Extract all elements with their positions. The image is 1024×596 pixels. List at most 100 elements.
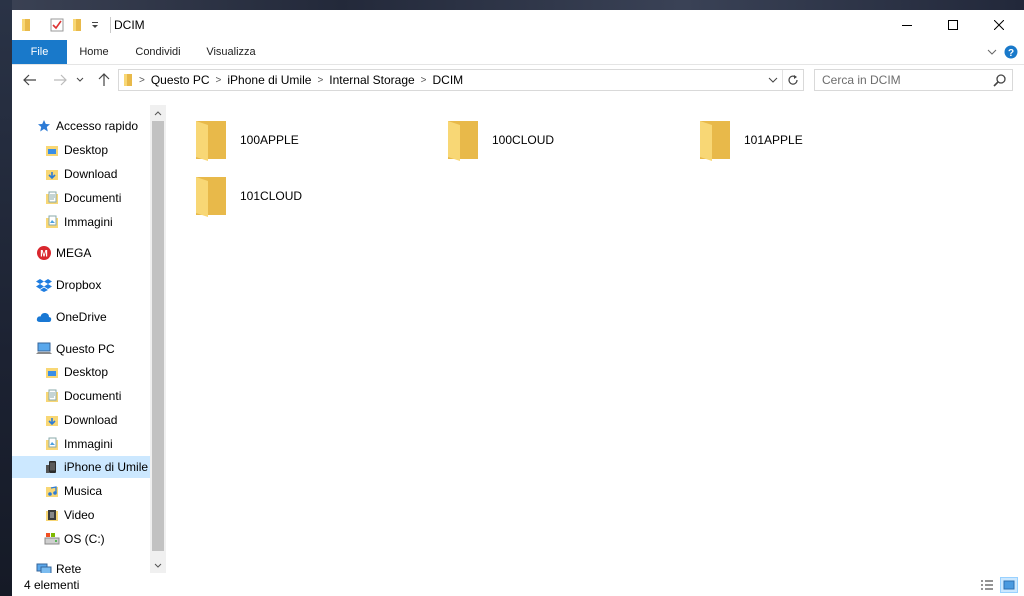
address-history-dropdown[interactable] (765, 72, 781, 88)
sidebar-item-network[interactable]: Rete (12, 558, 150, 573)
sidebar-item-label: Desktop (64, 143, 109, 157)
svg-text:M: M (40, 249, 48, 259)
sidebar-item-label: Documenti (64, 389, 122, 403)
documents-folder-icon (44, 190, 60, 206)
sidebar-item-label: Questo PC (56, 342, 115, 356)
new-folder-icon[interactable] (68, 16, 86, 34)
folder-icon (448, 121, 478, 161)
sidebar-item-label: Desktop (64, 365, 109, 379)
chevron-right-icon[interactable]: > (214, 75, 224, 86)
explorer-window: DCIM File Home Condividi Visualizza ? > … (12, 10, 1024, 596)
minimize-button[interactable] (884, 10, 930, 40)
folder-item-101apple[interactable]: 101APPLE (670, 115, 910, 165)
sidebar-item-dropbox[interactable]: Dropbox (12, 274, 150, 296)
sidebar-item-desktop[interactable]: Desktop (12, 361, 150, 383)
sidebar-item-label: Musica (64, 484, 103, 498)
network-icon (36, 561, 52, 573)
sidebar-item-iphone[interactable]: iPhone di Umile (12, 456, 150, 478)
file-list: 100APPLE 100CLOUD 101APPLE 101CLOUD (166, 95, 1024, 573)
sidebar-item-desktop-pinned[interactable]: Desktop (12, 139, 150, 161)
sidebar-item-onedrive[interactable]: OneDrive (12, 306, 150, 328)
help-icon[interactable]: ? (1003, 44, 1019, 60)
sidebar-item-label: MEGA (56, 246, 92, 260)
sidebar-item-video[interactable]: Video (12, 504, 150, 526)
title-separator (110, 17, 111, 33)
customize-toolbar-dropdown-icon[interactable] (88, 16, 102, 34)
close-button[interactable] (976, 10, 1022, 40)
ribbon-tabs: File Home Condividi Visualizza ? (12, 40, 1024, 65)
folder-item-101cloud[interactable]: 101CLOUD (166, 171, 406, 221)
sidebar-item-quick-access[interactable]: Accesso rapido (12, 115, 150, 137)
tab-home[interactable]: Home (71, 40, 117, 64)
search-input[interactable]: Cerca in DCIM (814, 69, 1013, 91)
desktop-background-left (0, 0, 12, 596)
sidebar-item-documents[interactable]: Documenti (12, 385, 150, 407)
large-icons-view-icon (1003, 580, 1015, 590)
star-icon (36, 118, 52, 134)
scroll-down-arrow-icon[interactable] (150, 557, 166, 573)
details-view-button[interactable] (978, 577, 996, 593)
video-folder-icon (44, 507, 60, 523)
up-button[interactable] (94, 70, 114, 90)
breadcrumb-dcim[interactable]: DCIM (429, 73, 468, 87)
large-icons-view-button[interactable] (1000, 577, 1018, 593)
folder-icon (700, 121, 730, 161)
folder-icon (196, 177, 226, 217)
sidebar-item-os-drive[interactable]: OS (C:) (12, 528, 150, 550)
sidebar-item-music[interactable]: Musica (12, 480, 150, 502)
sidebar-item-download-pinned[interactable]: Download (12, 163, 150, 185)
chevron-right-icon[interactable]: > (419, 75, 429, 86)
breadcrumb-questo-pc[interactable]: Questo PC (147, 73, 214, 87)
sidebar-item-this-pc[interactable]: Questo PC (12, 338, 150, 360)
sidebar-item-documents-pinned[interactable]: Documenti (12, 187, 150, 209)
folder-item-100apple[interactable]: 100APPLE (166, 115, 406, 165)
sidebar-item-label: OS (C:) (64, 532, 105, 546)
sidebar-item-label: Immagini (64, 437, 113, 451)
forward-button[interactable] (50, 70, 70, 90)
onedrive-cloud-icon (36, 309, 52, 325)
chevron-right-icon[interactable]: > (137, 75, 147, 86)
refresh-button[interactable] (782, 70, 803, 90)
recent-locations-dropdown[interactable] (74, 70, 86, 90)
status-bar: 4 elementi (12, 575, 1024, 596)
tab-share[interactable]: Condividi (127, 40, 189, 64)
folder-app-icon (18, 16, 34, 34)
maximize-button[interactable] (930, 10, 976, 40)
window-title: DCIM (114, 18, 145, 32)
breadcrumb-iphone[interactable]: iPhone di Umile (223, 73, 315, 87)
expand-ribbon-icon[interactable] (984, 44, 1000, 60)
svg-text:?: ? (1008, 48, 1014, 59)
scroll-up-arrow-icon[interactable] (150, 105, 166, 121)
scrollbar-thumb[interactable] (152, 121, 164, 551)
sidebar-item-label: Dropbox (56, 278, 102, 292)
sidebar-item-label: Immagini (64, 215, 113, 229)
sidebar-item-label: Download (64, 413, 118, 427)
back-button[interactable] (20, 70, 40, 90)
properties-icon[interactable] (48, 16, 66, 34)
navigation-pane: Accesso rapido Desktop Download Document… (12, 105, 150, 573)
sidebar-item-label: Download (64, 167, 118, 181)
download-folder-icon (44, 166, 60, 182)
sidebar-item-download[interactable]: Download (12, 409, 150, 431)
pictures-folder-icon (44, 214, 60, 230)
sidebar-item-mega[interactable]: M MEGA (12, 242, 150, 264)
sidebar-item-label: Accesso rapido (56, 119, 139, 133)
iphone-icon (44, 459, 60, 475)
tab-view[interactable]: Visualizza (199, 40, 263, 64)
desktop-background (0, 0, 1024, 10)
sidebar-item-pictures-pinned[interactable]: Immagini (12, 211, 150, 233)
sidebar-scrollbar[interactable] (150, 105, 166, 573)
search-icon[interactable] (993, 73, 1007, 87)
folder-name: 100CLOUD (492, 133, 555, 147)
search-placeholder: Cerca in DCIM (822, 73, 901, 87)
chevron-right-icon[interactable]: > (315, 75, 325, 86)
folder-icon (196, 121, 226, 161)
sidebar-item-pictures[interactable]: Immagini (12, 433, 150, 455)
address-bar[interactable]: > Questo PC > iPhone di Umile > Internal… (118, 69, 804, 91)
details-view-icon (981, 580, 993, 590)
navigation-bar: > Questo PC > iPhone di Umile > Internal… (12, 65, 1024, 95)
tab-file[interactable]: File (12, 40, 67, 64)
documents-folder-icon (44, 388, 60, 404)
breadcrumb-internal-storage[interactable]: Internal Storage (325, 73, 418, 87)
folder-item-100cloud[interactable]: 100CLOUD (418, 115, 658, 165)
